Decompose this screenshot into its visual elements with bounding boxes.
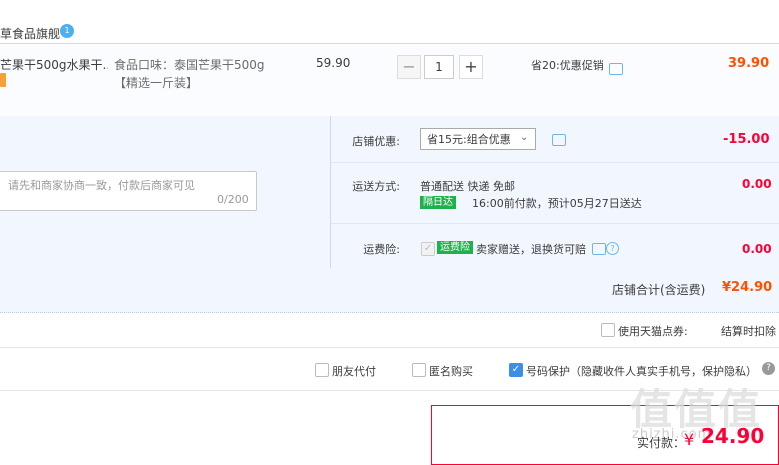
insurance-badge: 运费险 — [437, 241, 473, 254]
item-title[interactable]: 芒果干500g水果干... — [0, 56, 108, 73]
unit-price: 59.90 — [316, 56, 351, 70]
store-discount-select[interactable]: 省15元:组合优惠 — [420, 128, 536, 150]
store-total-label: 店铺合计(含运费) — [612, 283, 706, 297]
insurance-checkbox: ✓ — [421, 242, 435, 256]
number-protect-checkbox[interactable]: ✓ — [509, 363, 523, 377]
item-total: 39.90 — [728, 56, 770, 71]
insurance-value: 0.00 — [742, 242, 772, 256]
quantity-stepper: − 1 + — [397, 55, 483, 79]
payment-label: 实付款： — [637, 436, 686, 450]
comment-icon[interactable] — [552, 134, 566, 146]
chevron-down-icon[interactable]: ⌄ — [520, 132, 528, 143]
comment-icon[interactable] — [609, 63, 623, 75]
store-discount-value: -15.00 — [723, 132, 770, 147]
quantity-input[interactable]: 1 — [424, 55, 454, 79]
question-icon[interactable]: ? — [606, 242, 619, 255]
insurance-text: 卖家赠送，退换货可赔 — [476, 243, 586, 256]
shipping-method: 普通配送 快递 免邮 — [420, 180, 515, 193]
quantity-minus-button[interactable]: − — [397, 55, 421, 79]
shop-name[interactable]: 草食品旗舰 — [0, 25, 60, 42]
quantity-plus-button[interactable]: + — [459, 55, 483, 79]
divider — [330, 116, 331, 268]
store-total-value: ¥24.90 — [722, 280, 773, 295]
shipping-label: 运送方式: — [352, 180, 400, 193]
shipping-value: 0.00 — [742, 177, 772, 191]
anonymous-checkbox[interactable] — [412, 363, 426, 377]
item-tag-icon — [0, 73, 6, 87]
row-divider — [331, 223, 779, 224]
comment-icon[interactable] — [592, 243, 606, 255]
friend-pay-checkbox[interactable] — [315, 363, 329, 377]
divider — [0, 347, 779, 348]
payment-amount: 24.90 — [701, 424, 765, 448]
tmall-points-note: 结算时扣除 — [721, 325, 776, 338]
tmall-points-label: 使用天猫点券: — [618, 325, 688, 338]
payment-currency: ¥ — [684, 430, 695, 449]
help-icon[interactable]: ? — [762, 362, 775, 375]
tmall-points-checkbox[interactable] — [601, 323, 615, 337]
friend-pay-label: 朋友代付 — [332, 365, 376, 378]
item-spec: 食品口味：泰国芒果干500g【精选一斤装】 — [114, 58, 265, 90]
shipping-eta: 16:00前付款，预计05月27日送达 — [472, 197, 642, 210]
message-placeholder: 请先和商家协商一致，付款后商家可见 — [8, 179, 195, 192]
anonymous-label: 匿名购买 — [429, 365, 473, 378]
insurance-label: 运费险: — [363, 243, 400, 256]
message-char-count: 0/200 — [217, 193, 249, 206]
chat-bubble-icon[interactable]: 1 — [60, 24, 74, 38]
row-divider — [331, 162, 779, 163]
next-day-badge: 隔日达 — [420, 196, 456, 209]
store-discount-label: 店铺优惠: — [352, 135, 400, 148]
promo-text: 省20:优惠促销 — [531, 59, 604, 72]
